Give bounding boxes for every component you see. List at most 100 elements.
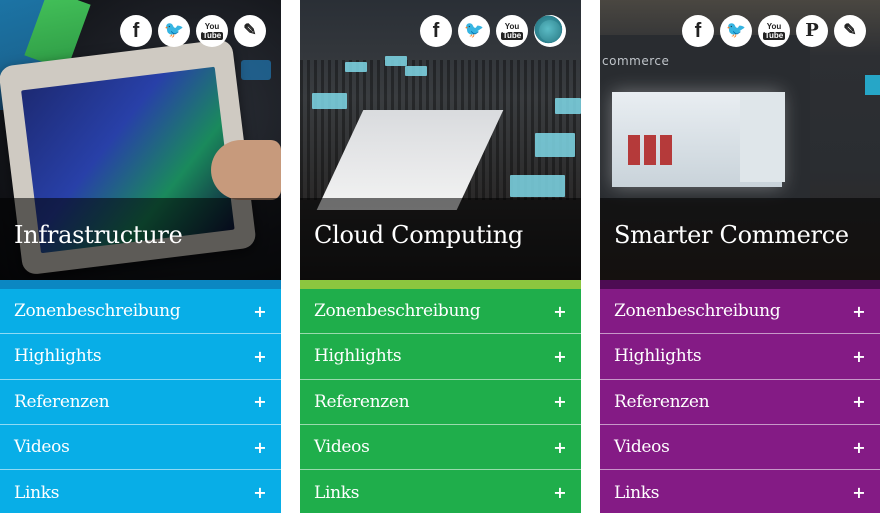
display-screen — [385, 56, 407, 66]
display-screen — [535, 133, 575, 157]
blog-pen-icon[interactable]: ✎ — [834, 15, 866, 47]
accent-strip — [600, 280, 880, 289]
plus-icon: + — [553, 301, 567, 321]
hero-caption: commerce — [602, 54, 670, 68]
pen-glyph: ✎ — [843, 22, 857, 39]
social-links: f 🐦 You Tube ✎ — [120, 15, 266, 47]
hand-photo — [211, 140, 281, 200]
twitter-icon[interactable]: 🐦 — [720, 15, 752, 47]
youtube-you: You — [504, 21, 520, 31]
plus-icon: + — [852, 483, 866, 503]
plus-icon: + — [253, 301, 267, 321]
facebook-icon[interactable]: f — [120, 15, 152, 47]
blog-pen-icon[interactable]: ✎ — [234, 15, 266, 47]
menu-label: Links — [314, 482, 360, 503]
plus-icon: + — [553, 483, 567, 503]
twitter-icon[interactable]: 🐦 — [458, 15, 490, 47]
menu-item-zonenbeschreibung[interactable]: Zonenbeschreibung + — [600, 289, 880, 335]
accordion-menu: Zonenbeschreibung + Highlights + Referenze… — [600, 289, 880, 513]
menu-item-zonenbeschreibung[interactable]: Zonenbeschreibung + — [0, 289, 281, 335]
menu-label: Highlights — [14, 346, 102, 367]
display-screen — [312, 93, 347, 109]
plus-icon: + — [852, 437, 866, 457]
youtube-icon[interactable]: You Tube — [496, 15, 528, 47]
menu-item-referenzen[interactable]: Referenzen + — [600, 380, 880, 425]
display-screen — [510, 175, 565, 197]
youtube-tube: Tube — [200, 30, 224, 40]
menu-label: Videos — [614, 437, 670, 458]
clothing-display — [644, 135, 656, 165]
menu-label: Highlights — [614, 346, 702, 367]
menu-label: Zonenbeschreibung — [614, 301, 781, 322]
plus-icon: + — [253, 483, 267, 503]
pinterest-icon[interactable]: P — [796, 15, 828, 47]
menu-label: Referenzen — [614, 391, 710, 412]
menu-label: Referenzen — [14, 391, 110, 412]
menu-item-referenzen[interactable]: Referenzen + — [0, 380, 281, 425]
panel-cloud-computing: Cloud Computing f 🐦 You Tube Zonenbeschre… — [300, 0, 581, 513]
accordion-menu: Zonenbeschreibung + Highlights + Referenze… — [300, 289, 581, 513]
plus-icon: + — [253, 437, 267, 457]
youtube-icon[interactable]: You Tube — [758, 15, 790, 47]
panel-title: Smarter Commerce — [614, 221, 849, 249]
menu-label: Links — [14, 482, 60, 503]
plus-icon: + — [852, 301, 866, 321]
twitter-icon[interactable]: 🐦 — [158, 15, 190, 47]
social-links: f 🐦 You Tube P ✎ — [682, 15, 866, 47]
menu-item-highlights[interactable]: Highlights + — [300, 334, 581, 380]
plus-icon: + — [852, 346, 866, 366]
panel-title: Cloud Computing — [314, 221, 523, 249]
youtube-glyph: You Tube — [200, 22, 224, 40]
menu-item-referenzen[interactable]: Referenzen + — [300, 380, 581, 425]
facebook-glyph: f — [132, 20, 140, 42]
menu-item-videos[interactable]: Videos + — [0, 425, 281, 471]
menu-label: Videos — [314, 437, 370, 458]
menu-item-zonenbeschreibung[interactable]: Zonenbeschreibung + — [300, 289, 581, 335]
display-screen — [405, 66, 427, 76]
clothing-display — [660, 135, 672, 165]
menu-item-links[interactable]: Links + — [600, 470, 880, 513]
display-screen — [345, 62, 367, 72]
menu-label: Videos — [14, 437, 70, 458]
youtube-glyph: You Tube — [500, 21, 524, 40]
display-screen — [555, 98, 581, 114]
plus-icon: + — [553, 437, 567, 457]
youtube-icon[interactable]: You Tube — [196, 15, 228, 47]
facebook-icon[interactable]: f — [420, 15, 452, 47]
menu-label: Referenzen — [314, 391, 410, 412]
accent-strip — [0, 280, 281, 289]
youtube-you: You — [766, 21, 782, 31]
menu-item-links[interactable]: Links + — [300, 470, 581, 513]
plus-icon: + — [553, 392, 567, 412]
panel-smarter-commerce: commerce Smarter Commerce f 🐦 You Tube P … — [600, 0, 880, 513]
twitter-glyph: 🐦 — [164, 22, 184, 39]
accordion-menu: Zonenbeschreibung + Highlights + Referenze… — [0, 289, 281, 513]
virtual-store-side — [740, 92, 785, 182]
menu-item-highlights[interactable]: Highlights + — [0, 334, 281, 380]
hero-decor — [241, 60, 271, 80]
accent-strip — [300, 280, 581, 289]
plus-icon: + — [852, 392, 866, 412]
menu-item-highlights[interactable]: Highlights + — [600, 334, 880, 380]
youtube-glyph: You Tube — [762, 21, 786, 40]
pen-glyph: ✎ — [243, 22, 257, 39]
facebook-glyph: f — [432, 20, 440, 42]
youtube-tube: Tube — [500, 30, 524, 40]
menu-item-videos[interactable]: Videos + — [600, 425, 880, 471]
menu-label: Zonenbeschreibung — [314, 301, 481, 322]
youtube-tube: Tube — [762, 30, 786, 40]
plus-icon: + — [553, 346, 567, 366]
menu-label: Links — [614, 482, 660, 503]
community-globe-icon[interactable] — [534, 15, 566, 47]
menu-label: Highlights — [314, 346, 402, 367]
facebook-glyph: f — [694, 20, 702, 42]
hero-decor — [865, 75, 880, 95]
menu-label: Zonenbeschreibung — [14, 301, 181, 322]
menu-item-videos[interactable]: Videos + — [300, 425, 581, 471]
menu-item-links[interactable]: Links + — [0, 470, 281, 513]
plus-icon: + — [253, 346, 267, 366]
pinterest-glyph: P — [805, 20, 819, 41]
clothing-display — [628, 135, 640, 165]
facebook-icon[interactable]: f — [682, 15, 714, 47]
plus-icon: + — [253, 392, 267, 412]
